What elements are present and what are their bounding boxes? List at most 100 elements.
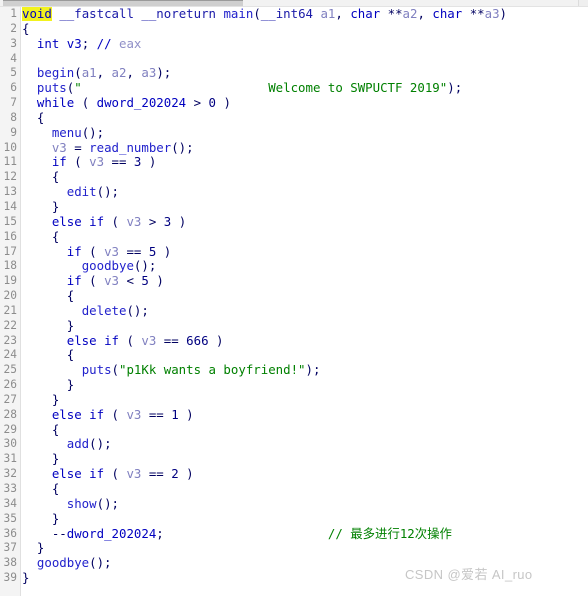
code-token: dword_202024 bbox=[96, 95, 187, 111]
code-token: v3 bbox=[126, 466, 142, 482]
code-line[interactable]: } bbox=[22, 199, 588, 215]
code-token: eax bbox=[119, 35, 142, 51]
code-line[interactable]: { bbox=[22, 288, 588, 304]
line-number: 32 bbox=[3, 467, 17, 481]
code-line[interactable]: } bbox=[22, 318, 588, 334]
code-line[interactable]: else if ( v3 == 1 ) bbox=[22, 406, 588, 423]
code-line[interactable]: puts("p1Kk wants a boyfriend!"); bbox=[22, 362, 588, 378]
code-line[interactable] bbox=[22, 52, 588, 67]
code-token: begin bbox=[36, 65, 75, 81]
code-token: void bbox=[22, 7, 52, 21]
code-line[interactable]: menu(); bbox=[22, 125, 588, 141]
code-line[interactable]: } bbox=[22, 377, 588, 393]
line-number: 27 bbox=[3, 392, 17, 406]
line-number: 37 bbox=[3, 541, 17, 555]
line-number: 16 bbox=[3, 229, 17, 243]
code-token: main bbox=[223, 7, 254, 21]
code-token: } bbox=[22, 570, 30, 586]
line-number: 12 bbox=[3, 170, 17, 184]
code-line[interactable]: { bbox=[22, 110, 588, 126]
code-token: ) bbox=[141, 154, 157, 170]
code-token: ( bbox=[253, 7, 261, 21]
code-token: read_number bbox=[89, 139, 172, 155]
code-line[interactable]: } bbox=[22, 392, 588, 408]
line-number: 14 bbox=[3, 199, 17, 213]
code-token: ( bbox=[66, 154, 90, 170]
line-number: 35 bbox=[3, 511, 17, 525]
code-token: } bbox=[22, 510, 60, 526]
code-line[interactable]: { bbox=[22, 229, 588, 245]
code-line[interactable]: while ( dword_202024 > 0 ) bbox=[22, 95, 588, 111]
code-line[interactable]: if ( v3 < 5 ) bbox=[22, 273, 588, 289]
code-line[interactable]: v3 = read_number(); bbox=[22, 139, 588, 156]
code-line[interactable]: { bbox=[22, 21, 588, 37]
code-token: ; bbox=[81, 35, 97, 51]
code-line[interactable]: show(); bbox=[22, 496, 588, 512]
code-line[interactable]: } bbox=[22, 510, 588, 527]
code-line[interactable]: add(); bbox=[22, 437, 588, 452]
horizontal-scrollbar[interactable] bbox=[0, 0, 588, 7]
line-number: 15 bbox=[3, 214, 17, 228]
line-number: 5 bbox=[10, 66, 17, 80]
line-number: 23 bbox=[3, 333, 17, 347]
code-token: goodbye bbox=[81, 258, 134, 274]
code-content[interactable]: void __fastcall __noreturn main(__int64 … bbox=[22, 7, 588, 596]
code-token: ) bbox=[499, 7, 508, 21]
line-number: 21 bbox=[3, 303, 17, 317]
code-token: } bbox=[22, 377, 75, 393]
code-line[interactable]: else if ( v3 == 2 ) bbox=[22, 466, 588, 482]
code-line[interactable]: if ( v3 == 5 ) bbox=[22, 244, 588, 260]
code-line[interactable]: delete(); bbox=[22, 302, 588, 319]
code-line[interactable]: { bbox=[22, 347, 588, 363]
code-line[interactable]: { bbox=[22, 421, 588, 438]
code-token: __int64 bbox=[260, 7, 313, 21]
code-line[interactable]: } bbox=[22, 540, 588, 556]
code-line[interactable]: --dword_202024; // 最多进行12次操作 bbox=[22, 525, 588, 542]
line-number: 22 bbox=[3, 318, 17, 332]
code-line[interactable]: { bbox=[22, 169, 588, 185]
code-line[interactable]: begin(a1, a2, a3); bbox=[22, 65, 588, 81]
code-line[interactable]: goodbye(); bbox=[22, 258, 588, 274]
scrollbar-thumb[interactable] bbox=[3, 0, 243, 6]
scrollbar-track[interactable] bbox=[0, 0, 578, 6]
code-token: { bbox=[22, 421, 60, 437]
code-line[interactable]: else if ( v3 == 666 ) bbox=[22, 332, 588, 349]
line-number-gutter: 1 2 3 4 5 6 7 8 9 10 11 12 13 14 15 16 17 18 19 20 21 22 23 24 2… bbox=[0, 7, 21, 596]
code-line[interactable]: if ( v3 == 3 ) bbox=[22, 155, 588, 170]
code-token: // 最多进行12次操作 bbox=[327, 525, 452, 541]
code-token: else bbox=[66, 332, 97, 348]
code-token: == bbox=[104, 154, 134, 170]
code-line[interactable]: { bbox=[22, 481, 588, 497]
code-token: else bbox=[51, 213, 82, 229]
code-token: 1 bbox=[171, 406, 179, 422]
code-token: ( bbox=[81, 273, 105, 289]
code-line[interactable]: puts(" Welcome to SWPUCTF 2019"); bbox=[22, 80, 588, 96]
code-token: ) bbox=[216, 95, 231, 111]
code-line[interactable]: else if ( v3 > 3 ) bbox=[22, 213, 588, 230]
code-line[interactable]: void __fastcall __noreturn main(__int64 … bbox=[22, 7, 588, 22]
code-line[interactable]: } bbox=[22, 451, 588, 467]
code-token: char bbox=[432, 7, 463, 21]
code-line[interactable]: edit(); bbox=[22, 184, 588, 200]
code-token: v3 bbox=[141, 332, 157, 348]
code-token: } bbox=[22, 540, 45, 556]
code-editor[interactable]: 1 2 3 4 5 6 7 8 9 10 11 12 13 14 15 16 17 18 19 20 21 22 23 24 2… bbox=[0, 7, 588, 596]
code-line[interactable]: int v3; // eax bbox=[22, 35, 588, 52]
code-token: 2 bbox=[171, 466, 179, 482]
code-token: a1 bbox=[320, 7, 336, 21]
line-number: 13 bbox=[3, 185, 17, 199]
line-number: 28 bbox=[3, 407, 17, 421]
code-token: delete bbox=[81, 302, 127, 318]
